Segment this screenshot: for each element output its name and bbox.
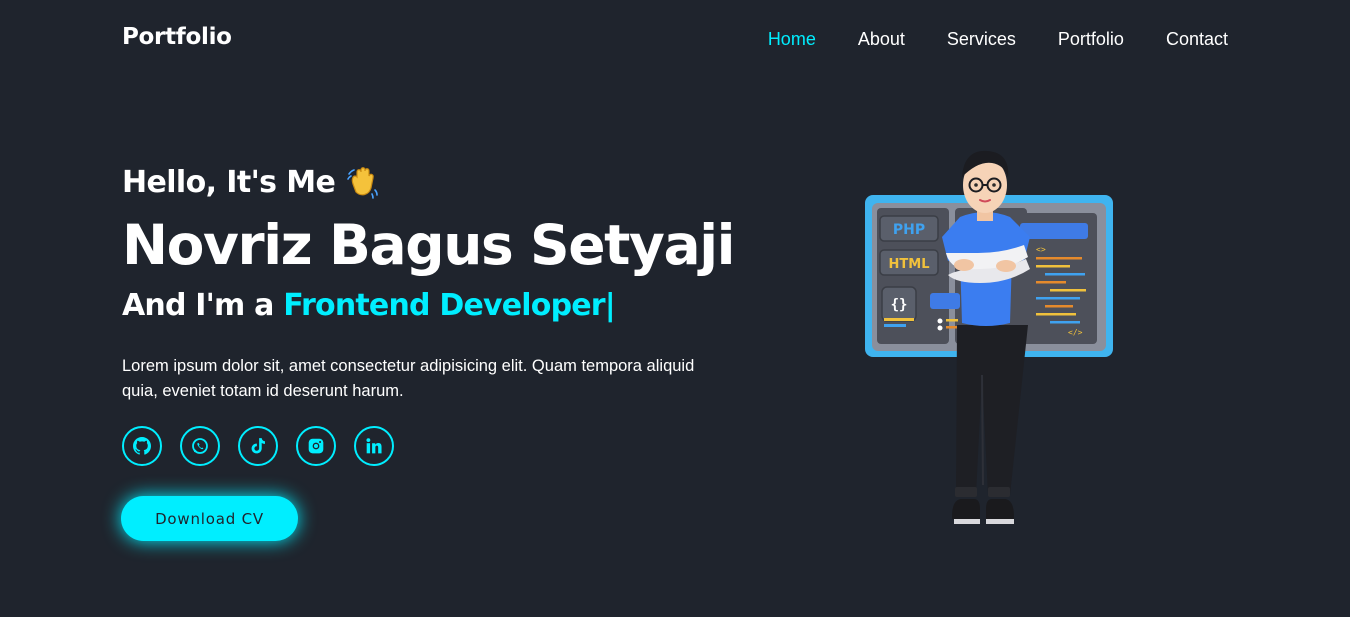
greeting-text: Hello, It's Me — [122, 164, 336, 200]
tiktok-link[interactable] — [238, 426, 278, 466]
hero-role: And I'm a Frontend Developer| — [122, 284, 742, 328]
hero-name: Novriz Bagus Setyaji — [122, 213, 736, 277]
page: Portfolio Home About Services Portfolio … — [0, 0, 1350, 617]
html-badge-label: HTML — [889, 257, 930, 272]
whatsapp-icon — [192, 438, 208, 454]
waving-hand-icon — [347, 167, 379, 199]
download-cv-button[interactable]: Download CV — [121, 496, 298, 541]
role-prefix: And I'm a — [122, 288, 284, 323]
linkedin-icon — [366, 438, 382, 454]
logo[interactable]: Portfolio — [122, 24, 232, 50]
whatsapp-link[interactable] — [180, 426, 220, 466]
typing-cursor: | — [604, 288, 616, 323]
code-tag-close: </> — [1068, 328, 1083, 337]
php-badge-label: PHP — [893, 222, 925, 238]
instagram-icon — [308, 438, 324, 454]
github-icon — [133, 437, 151, 455]
hero-text: Hello, It's Me Novriz Bagus Setyaji And … — [122, 160, 742, 404]
role-text: Frontend Developer — [283, 288, 605, 323]
nav-about[interactable]: About — [858, 29, 905, 49]
social-links — [122, 426, 412, 466]
instagram-link[interactable] — [296, 426, 336, 466]
nav-services[interactable]: Services — [947, 29, 1016, 49]
nav-home[interactable]: Home — [768, 29, 816, 49]
developer-illustration: PHP HTML {} <> </> — [865, 150, 1113, 524]
hero-description: Lorem ipsum dolor sit, amet consectetur … — [122, 357, 695, 400]
tiktok-icon — [251, 438, 265, 454]
main-nav: Home About Services Portfolio Contact — [726, 29, 1228, 49]
greeting: Hello, It's Me — [122, 160, 742, 204]
github-link[interactable] — [122, 426, 162, 466]
linkedin-link[interactable] — [354, 426, 394, 466]
code-tag-open: <> — [1036, 245, 1046, 254]
braces-badge-label: {} — [891, 297, 908, 313]
nav-portfolio[interactable]: Portfolio — [1058, 29, 1124, 49]
nav-contact[interactable]: Contact — [1166, 29, 1228, 49]
